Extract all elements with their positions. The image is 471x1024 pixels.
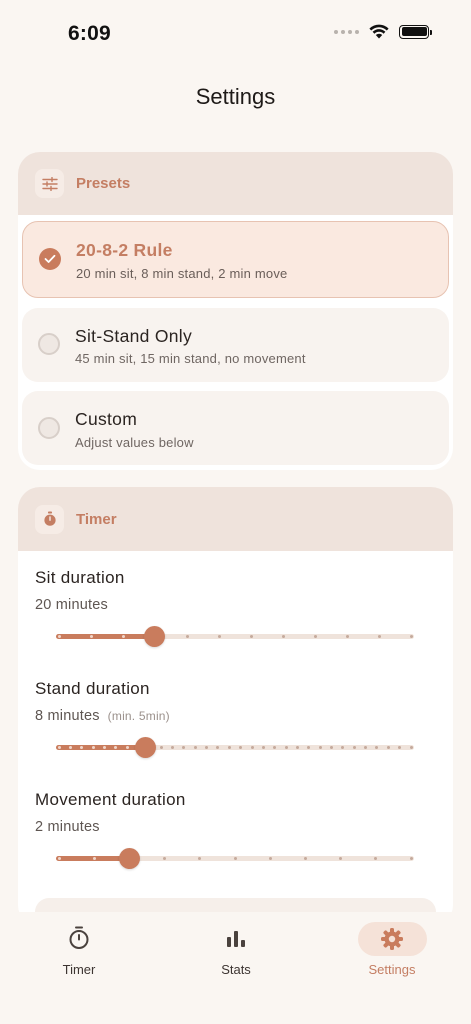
- preset-description: 20 min sit, 8 min stand, 2 min move: [76, 266, 288, 281]
- slider-tick: [121, 635, 125, 638]
- slider-tick: [250, 746, 254, 749]
- timer-card-header: Timer: [18, 487, 453, 551]
- slider-tick: [102, 746, 106, 749]
- tab-label: Stats: [221, 962, 251, 977]
- slider-tick: [91, 746, 95, 749]
- slider-tick: [193, 746, 197, 749]
- slider-tick: [330, 746, 334, 749]
- sit-duration-label: Sit duration: [35, 568, 125, 587]
- wifi-icon: [369, 24, 389, 39]
- battery-icon: [399, 24, 432, 39]
- slider-tick: [57, 746, 61, 749]
- stand-duration-hint: (min. 5min): [107, 709, 170, 723]
- stand-duration-slider[interactable]: [56, 735, 414, 759]
- slider-thumb[interactable]: [134, 737, 156, 758]
- movement-duration-slider[interactable]: [56, 846, 414, 870]
- sliders-icon: [35, 169, 64, 198]
- status-bar: 6:09: [0, 0, 471, 70]
- status-time: 6:09: [68, 22, 111, 45]
- slider-tick: [68, 746, 72, 749]
- presets-card-title: Presets: [76, 175, 131, 192]
- movement-duration-value: 2 minutes: [35, 819, 100, 835]
- slider-tick: [268, 857, 272, 860]
- slider-tick: [261, 746, 265, 749]
- preset-option-custom[interactable]: Custom Adjust values below: [22, 391, 449, 465]
- slider-tick: [409, 635, 413, 638]
- slider-tick: [92, 857, 96, 860]
- timer-card-title: Timer: [76, 510, 117, 528]
- slider-tick: [57, 635, 61, 638]
- preset-name: Sit-Stand Only: [75, 326, 193, 346]
- movement-duration-label: Movement duration: [35, 790, 186, 809]
- gear-icon: [381, 928, 403, 950]
- stand-duration-value-row: 8 minutes (min. 5min): [35, 708, 170, 724]
- slider-tick: [386, 746, 390, 749]
- radio-checked-icon[interactable]: [39, 248, 61, 270]
- slider-tick: [125, 746, 129, 749]
- stand-duration-value: 8 minutes: [35, 708, 100, 724]
- preset-option-20-8-2[interactable]: 20-8-2 Rule 20 min sit, 8 min stand, 2 m…: [22, 221, 449, 298]
- status-icons: [334, 24, 432, 39]
- slider-thumb[interactable]: [143, 626, 165, 647]
- signal-icon: [334, 29, 359, 34]
- slider-thumb[interactable]: [118, 848, 140, 869]
- presets-card-header: Presets: [18, 152, 453, 215]
- slider-fill: [56, 634, 155, 639]
- sit-duration-value: 20 minutes: [35, 597, 108, 613]
- stopwatch-icon: [68, 926, 90, 950]
- slider-tick: [57, 857, 61, 860]
- slider-tick: [295, 746, 299, 749]
- tab-bar: Timer Stats Settings: [0, 912, 471, 1024]
- preset-name: 20-8-2 Rule: [76, 240, 173, 260]
- tab-stats[interactable]: Stats: [176, 912, 296, 992]
- slider-tick: [185, 635, 189, 638]
- stopwatch-icon: [35, 504, 64, 534]
- slider-tick: [409, 746, 413, 749]
- slider-tick: [377, 635, 381, 638]
- slider-tick: [227, 746, 231, 749]
- slider-tick: [409, 857, 413, 860]
- slider-tick: [281, 635, 285, 638]
- radio-unchecked-icon[interactable]: [38, 333, 60, 355]
- slider-tick: [345, 635, 349, 638]
- slider-tick: [284, 746, 288, 749]
- preset-description: Adjust values below: [75, 435, 194, 450]
- slider-tick: [89, 635, 93, 638]
- slider-tick: [217, 635, 221, 638]
- tab-timer[interactable]: Timer: [19, 912, 139, 992]
- preset-description: 45 min sit, 15 min stand, no movement: [75, 351, 306, 366]
- slider-tick: [313, 635, 317, 638]
- tab-label: Settings: [368, 962, 416, 977]
- bar-chart-icon: [226, 930, 246, 948]
- preset-name: Custom: [75, 409, 138, 429]
- timer-card: Timer Sit duration 20 minutes Stand dura…: [18, 487, 453, 927]
- preset-option-sit-stand[interactable]: Sit-Stand Only 45 min sit, 15 min stand,…: [22, 308, 449, 382]
- slider-tick: [318, 746, 322, 749]
- presets-card: Presets 20-8-2 Rule 20 min sit, 8 min st…: [18, 152, 453, 470]
- slider-tick: [233, 857, 237, 860]
- slider-tick: [303, 857, 307, 860]
- stand-duration-label: Stand duration: [35, 679, 150, 698]
- tab-label: Timer: [62, 962, 96, 977]
- page-title: Settings: [195, 84, 276, 109]
- slider-tick: [352, 746, 356, 749]
- tab-settings[interactable]: Settings: [332, 912, 452, 992]
- slider-tick: [249, 635, 253, 638]
- sit-duration-slider[interactable]: [56, 624, 414, 648]
- slider-tick: [159, 746, 163, 749]
- radio-unchecked-icon[interactable]: [38, 417, 60, 439]
